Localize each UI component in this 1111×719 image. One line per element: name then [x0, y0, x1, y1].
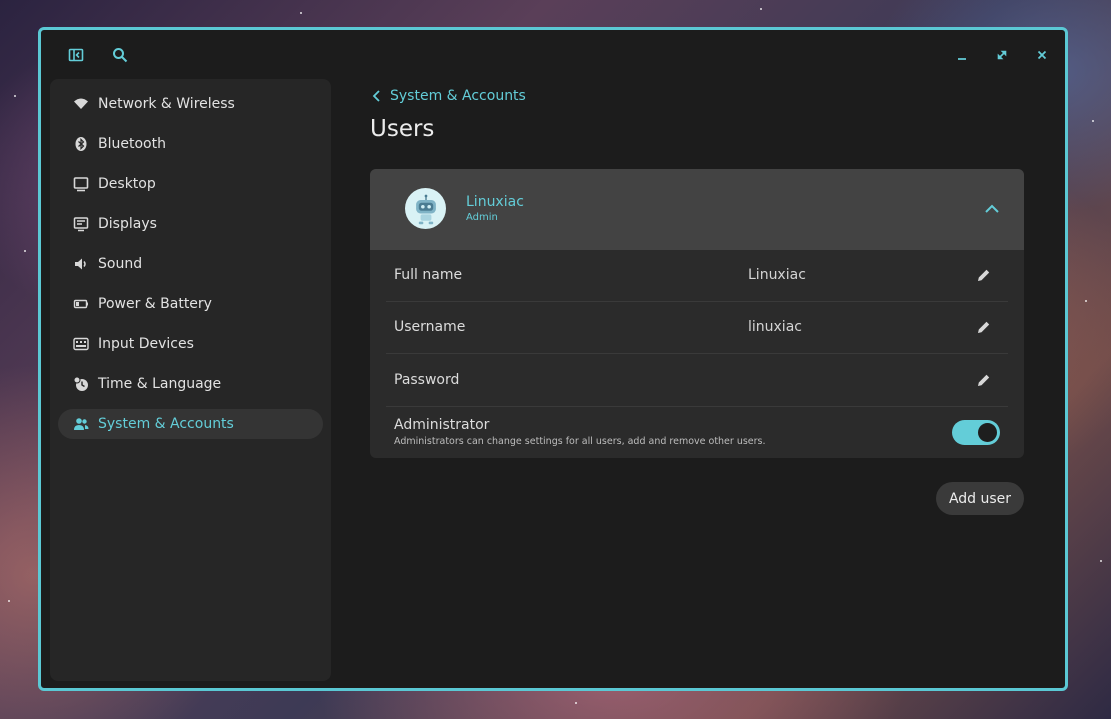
password-label: Password — [394, 372, 460, 388]
user-role: Admin — [466, 212, 498, 223]
sidebar: Network & Wireless Bluetooth Desktop Dis… — [50, 79, 331, 681]
breadcrumb-label: System & Accounts — [390, 88, 526, 104]
sidebar-item-desktop[interactable]: Desktop — [58, 169, 323, 199]
user-card: Linuxiac Admin Full name Linuxiac Userna… — [370, 169, 1024, 458]
user-name: Linuxiac — [466, 194, 524, 210]
sidebar-item-network[interactable]: Network & Wireless — [58, 89, 323, 119]
battery-icon — [72, 295, 90, 313]
edit-full-name-button[interactable] — [974, 265, 994, 285]
chevron-up-icon[interactable] — [982, 199, 1002, 219]
sidebar-toggle-icon[interactable] — [64, 43, 88, 67]
full-name-label: Full name — [394, 267, 463, 283]
clock-globe-icon — [72, 375, 90, 393]
users-icon — [72, 415, 90, 433]
keyboard-icon — [72, 335, 90, 353]
sidebar-item-label: Time & Language — [98, 376, 222, 392]
robot-avatar-icon — [405, 188, 446, 229]
sidebar-item-power[interactable]: Power & Battery — [58, 289, 323, 319]
sidebar-item-label: Bluetooth — [98, 136, 166, 152]
sidebar-item-label: Power & Battery — [98, 296, 212, 312]
chevron-left-icon — [372, 90, 380, 102]
sidebar-item-label: Network & Wireless — [98, 96, 235, 112]
desktop-icon — [72, 175, 90, 193]
edit-password-button[interactable] — [974, 370, 994, 390]
edit-username-button[interactable] — [974, 317, 994, 337]
pencil-icon — [978, 374, 990, 386]
full-name-value: Linuxiac — [748, 267, 806, 283]
username-value: linuxiac — [748, 319, 802, 335]
page-title: Users — [370, 116, 435, 142]
sidebar-item-displays[interactable]: Displays — [58, 209, 323, 239]
full-name-row: Full name Linuxiac — [386, 250, 1008, 302]
sidebar-item-label: System & Accounts — [98, 416, 234, 432]
breadcrumb-back-link[interactable]: System & Accounts — [370, 88, 526, 104]
username-row: Username linuxiac — [386, 302, 1008, 354]
sidebar-item-label: Input Devices — [98, 336, 194, 352]
pencil-icon — [978, 321, 990, 333]
settings-window: Network & Wireless Bluetooth Desktop Dis… — [38, 27, 1068, 691]
display-icon — [72, 215, 90, 233]
password-row: Password — [386, 354, 1008, 407]
administrator-toggle[interactable] — [952, 420, 1000, 445]
sidebar-item-input-devices[interactable]: Input Devices — [58, 329, 323, 359]
search-icon[interactable] — [108, 43, 132, 67]
sidebar-item-label: Desktop — [98, 176, 156, 192]
sidebar-item-bluetooth[interactable]: Bluetooth — [58, 129, 323, 159]
sidebar-item-label: Sound — [98, 256, 143, 272]
add-user-button[interactable]: Add user — [936, 482, 1024, 515]
main-content: System & Accounts Users Linuxiac Admin F… — [370, 30, 1065, 688]
sidebar-item-label: Displays — [98, 216, 157, 232]
administrator-label: Administrator — [394, 417, 490, 433]
sidebar-item-system-accounts[interactable]: System & Accounts — [58, 409, 323, 439]
pencil-icon — [978, 269, 990, 281]
user-card-header[interactable]: Linuxiac Admin — [370, 169, 1024, 250]
toggle-knob — [978, 423, 997, 442]
sidebar-item-time-language[interactable]: Time & Language — [58, 369, 323, 399]
username-label: Username — [394, 319, 466, 335]
administrator-description: Administrators can change settings for a… — [394, 436, 766, 447]
wifi-icon — [72, 95, 90, 113]
speaker-icon — [72, 255, 90, 273]
bluetooth-icon — [72, 135, 90, 153]
sidebar-item-sound[interactable]: Sound — [58, 249, 323, 279]
